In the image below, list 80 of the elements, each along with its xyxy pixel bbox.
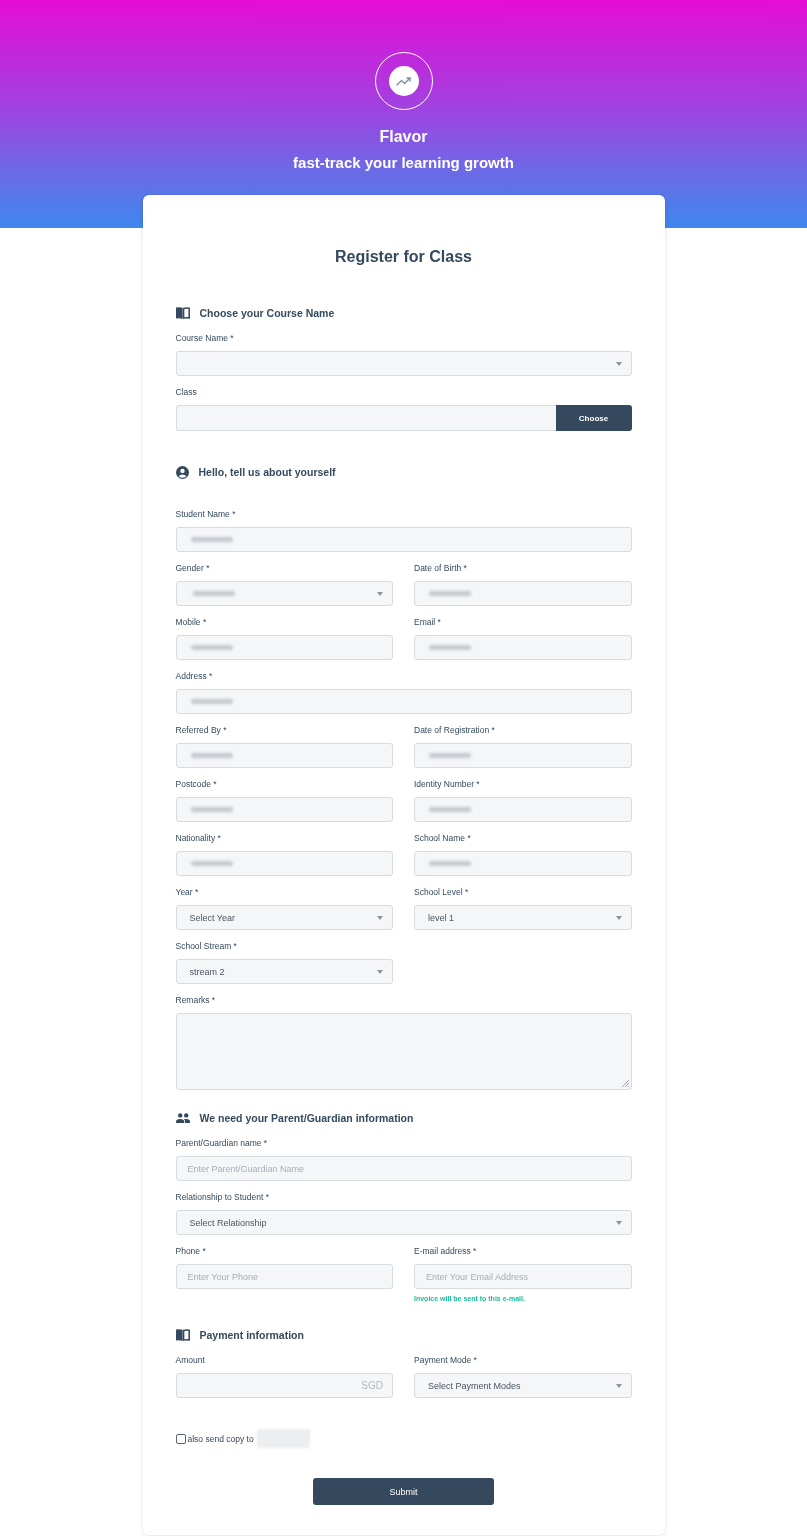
- trend-line-logo-icon: [374, 52, 433, 110]
- field-label: Referred By *: [175, 724, 228, 736]
- select-field[interactable]: level 1: [414, 905, 632, 930]
- field-label: Email *: [414, 616, 442, 628]
- book-icon: [175, 307, 190, 319]
- input-field[interactable]: [175, 405, 556, 431]
- tagline: fast-track your learning growth: [293, 153, 514, 173]
- field-label: Postcode *: [175, 778, 218, 790]
- select-field[interactable]: [175, 351, 632, 376]
- caret-icon: [615, 1383, 622, 1388]
- field-label: Class: [175, 386, 198, 398]
- blurred-text: [190, 645, 233, 650]
- field-label: School Name *: [414, 832, 472, 844]
- blurred-text: [429, 753, 471, 758]
- textarea-field[interactable]: [175, 1013, 632, 1090]
- field-label: Phone *: [175, 1245, 207, 1257]
- field-label: Course Name *: [175, 332, 235, 344]
- input-field[interactable]: [414, 851, 632, 876]
- resize-grip-icon[interactable]: [620, 1079, 629, 1087]
- blurred-text: [190, 861, 233, 866]
- input-field[interactable]: [414, 581, 632, 606]
- field-label: Mobile *: [175, 616, 208, 628]
- select-field[interactable]: Select Relationship: [175, 1210, 632, 1235]
- select-field[interactable]: Select Payment Modes: [414, 1373, 632, 1398]
- field-label: Student Name *: [175, 508, 237, 520]
- caret-icon: [615, 1220, 622, 1225]
- blurred-text: [190, 807, 233, 812]
- field-label: Year *: [175, 886, 200, 898]
- field-label: Amount: [175, 1354, 206, 1366]
- field-label: Date of Birth *: [414, 562, 468, 574]
- field-label: Identity Number *: [414, 778, 481, 790]
- field-label: School Level *: [414, 886, 470, 898]
- book-icon: [175, 1329, 190, 1341]
- people-icon: [175, 1113, 190, 1123]
- section-heading: Payment information: [199, 1328, 304, 1342]
- select-field[interactable]: stream 2: [175, 959, 393, 984]
- select-field[interactable]: [175, 581, 393, 606]
- form-title: Register for Class: [334, 247, 473, 267]
- caret-icon: [615, 361, 622, 366]
- input-field[interactable]: [175, 689, 632, 714]
- field-label: Address *: [175, 670, 214, 682]
- input-field[interactable]: [414, 797, 632, 822]
- blurred-text: [190, 699, 233, 704]
- blurred-text: [192, 591, 235, 596]
- field-label: Payment Mode *: [414, 1354, 478, 1366]
- brand-name: Flavor: [379, 127, 428, 147]
- field-label: Date of Registration *: [414, 724, 496, 736]
- input-field[interactable]: [175, 743, 393, 768]
- blurred-text: [429, 861, 471, 866]
- input-field[interactable]: [175, 851, 393, 876]
- field-label: Nationality *: [175, 832, 222, 844]
- caret-icon: [377, 915, 383, 920]
- checkbox-label: also send copy to: [187, 1433, 254, 1444]
- caret-icon: [377, 969, 383, 974]
- blurred-text: [429, 591, 471, 596]
- caret-icon: [615, 915, 622, 920]
- field-label: Gender *: [175, 562, 211, 574]
- user-icon: [175, 465, 189, 479]
- input-field[interactable]: [175, 797, 393, 822]
- blurred-text: [190, 537, 233, 542]
- blurred-text: [429, 645, 471, 650]
- section-heading: Hello, tell us about yourself: [198, 465, 336, 479]
- input-field[interactable]: [414, 635, 632, 660]
- blurred-text: [429, 807, 471, 812]
- choose-button[interactable]: Choose: [555, 405, 632, 431]
- submit-button[interactable]: Submit: [313, 1478, 494, 1505]
- field-label: Remarks *: [175, 994, 217, 1006]
- field-label: School Stream *: [175, 940, 238, 952]
- input-field[interactable]: [414, 743, 632, 768]
- caret-icon: [377, 591, 383, 596]
- field-label: Parent/Guardian name *: [175, 1137, 269, 1149]
- input-field[interactable]: [175, 635, 393, 660]
- section-heading: Choose your Course Name: [199, 306, 335, 320]
- blurred-text: [190, 753, 233, 758]
- section-heading: We need your Parent/Guardian information: [199, 1111, 414, 1125]
- field-label: E-mail address *: [414, 1245, 478, 1257]
- field-label: Relationship to Student *: [175, 1191, 271, 1203]
- select-field[interactable]: Select Year: [175, 905, 393, 930]
- checkbox[interactable]: [175, 1433, 186, 1444]
- input-field[interactable]: [175, 527, 632, 552]
